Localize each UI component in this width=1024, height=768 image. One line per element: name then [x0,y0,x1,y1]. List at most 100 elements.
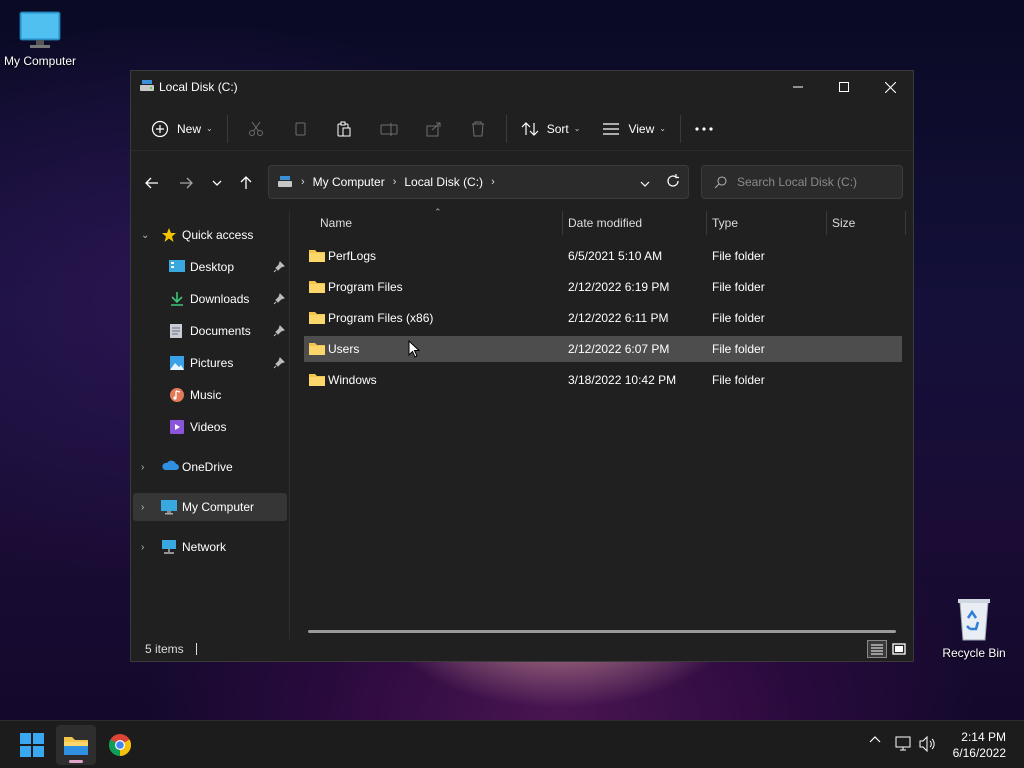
file-row-users[interactable]: Users 2/12/2022 6:07 PM File folder [304,336,902,362]
pin-icon[interactable] [273,261,285,273]
share-button[interactable] [412,113,456,145]
file-date: 2/12/2022 6:07 PM [568,342,670,356]
column-divider[interactable] [562,211,563,235]
volume-icon[interactable] [919,736,937,752]
chevron-down-icon: ⌄ [573,124,581,133]
sort-button[interactable]: Sort ⌄ [513,113,589,145]
close-button[interactable] [867,71,913,103]
file-date: 3/18/2022 10:42 PM [568,373,677,387]
desktop-icon-my-computer[interactable]: My Computer [0,8,80,68]
refresh-button[interactable] [666,174,680,191]
chevron-right-icon[interactable]: › [141,542,144,553]
up-button[interactable] [232,169,260,197]
ellipsis-icon [695,126,713,131]
file-type: File folder [712,373,765,387]
file-date: 2/12/2022 6:19 PM [568,280,670,294]
search-input[interactable] [737,175,897,189]
drive-icon [140,80,154,91]
address-bar[interactable]: › My Computer › Local Disk (C:) › [268,165,689,199]
paste-button[interactable] [322,113,366,145]
horizontal-scrollbar[interactable] [308,630,896,633]
file-type: File folder [712,342,765,356]
minimize-button[interactable] [775,71,821,103]
network-status-icon[interactable] [895,736,913,752]
pin-icon[interactable] [273,325,285,337]
column-header-type[interactable]: Type [712,211,824,235]
column-header-date-modified[interactable]: Date modified [568,211,704,235]
folder-icon [309,250,325,262]
chevron-right-icon[interactable]: › [141,502,144,513]
desktop-icon-recycle-bin[interactable]: Recycle Bin [934,596,1014,660]
nav-item-desktop[interactable]: Desktop [133,253,287,281]
nav-label: Pictures [190,356,234,370]
scissors-icon [248,121,263,136]
nav-item-documents[interactable]: Documents [133,317,287,345]
nav-item-music[interactable]: Music [133,381,287,409]
more-options-button[interactable] [687,113,721,145]
sort-label: Sort [546,121,569,136]
chevron-up-icon[interactable] [869,735,881,743]
column-divider[interactable] [905,211,906,235]
tiles-view-icon [892,643,906,655]
picture-icon [170,356,184,370]
file-explorer-taskbar-button[interactable] [56,725,96,765]
nav-item-onedrive[interactable]: › OneDrive [133,453,287,481]
monitor-icon [19,11,61,48]
rename-button[interactable] [366,113,412,145]
system-clock[interactable]: 2:14 PM 6/16/2022 [953,729,1006,761]
column-divider[interactable] [826,211,827,235]
nav-item-quick-access[interactable]: ⌄ Quick access [133,221,287,249]
folder-icon [309,374,325,386]
details-view-icon [871,644,883,655]
share-icon [426,122,441,136]
maximize-button[interactable] [821,71,867,103]
chevron-down-icon [212,180,222,186]
copy-icon [295,122,306,135]
cut-button[interactable] [234,113,278,145]
title-bar[interactable]: Local Disk (C:) [131,71,913,103]
new-button[interactable]: New ⌄ [143,113,221,145]
nav-item-network[interactable]: › Network [133,533,287,561]
file-explorer-icon [64,737,88,755]
chevron-down-icon[interactable]: ⌄ [141,230,149,241]
plus-circle-icon [151,120,169,137]
file-row-program-files[interactable]: Program Files 2/12/2022 6:19 PM File fol… [304,274,902,300]
arrow-right-icon [180,177,193,189]
column-header-name[interactable]: Name [320,211,558,235]
nav-item-downloads[interactable]: Downloads [133,285,287,313]
recent-locations-button[interactable] [203,169,231,197]
start-button[interactable] [12,725,52,765]
nav-item-my-computer[interactable]: › My Computer [133,493,287,521]
chevron-right-icon[interactable]: › [141,462,144,473]
sort-icon [521,121,539,136]
view-button[interactable]: View ⌄ [594,113,674,145]
arrow-up-icon [240,176,252,189]
file-row-perflogs[interactable]: PerfLogs 6/5/2021 5:10 AM File folder [304,243,902,269]
file-row-windows[interactable]: Windows 3/18/2022 10:42 PM File folder [304,367,902,393]
pin-icon[interactable] [273,357,285,369]
pane-splitter[interactable] [289,211,290,639]
breadcrumb-my-computer[interactable]: My Computer [313,175,385,189]
column-divider[interactable] [706,211,707,235]
chrome-taskbar-button[interactable] [100,725,140,765]
nav-label: Desktop [190,260,235,274]
column-header-size[interactable]: Size [832,211,902,235]
large-icons-view-button[interactable] [889,640,909,658]
chevron-right-icon[interactable]: › [491,176,495,188]
details-view-button[interactable] [867,640,887,658]
delete-button[interactable] [456,113,500,145]
chevron-down-icon: ⌄ [206,124,213,133]
chevron-right-icon: › [392,176,397,188]
file-row-program-files-x86[interactable]: Program Files (x86) 2/12/2022 6:11 PM Fi… [304,305,902,331]
address-dropdown-button[interactable] [640,176,650,190]
breadcrumb-local-disk[interactable]: Local Disk (C:) [404,175,483,189]
pin-icon[interactable] [273,293,285,305]
copy-button[interactable] [278,113,322,145]
back-button[interactable] [138,169,166,197]
nav-item-videos[interactable]: Videos [133,413,287,441]
column-label: Date modified [568,216,643,230]
nav-label: My Computer [182,500,255,514]
forward-button[interactable] [172,169,200,197]
search-box[interactable] [701,165,903,199]
nav-item-pictures[interactable]: Pictures [133,349,287,377]
